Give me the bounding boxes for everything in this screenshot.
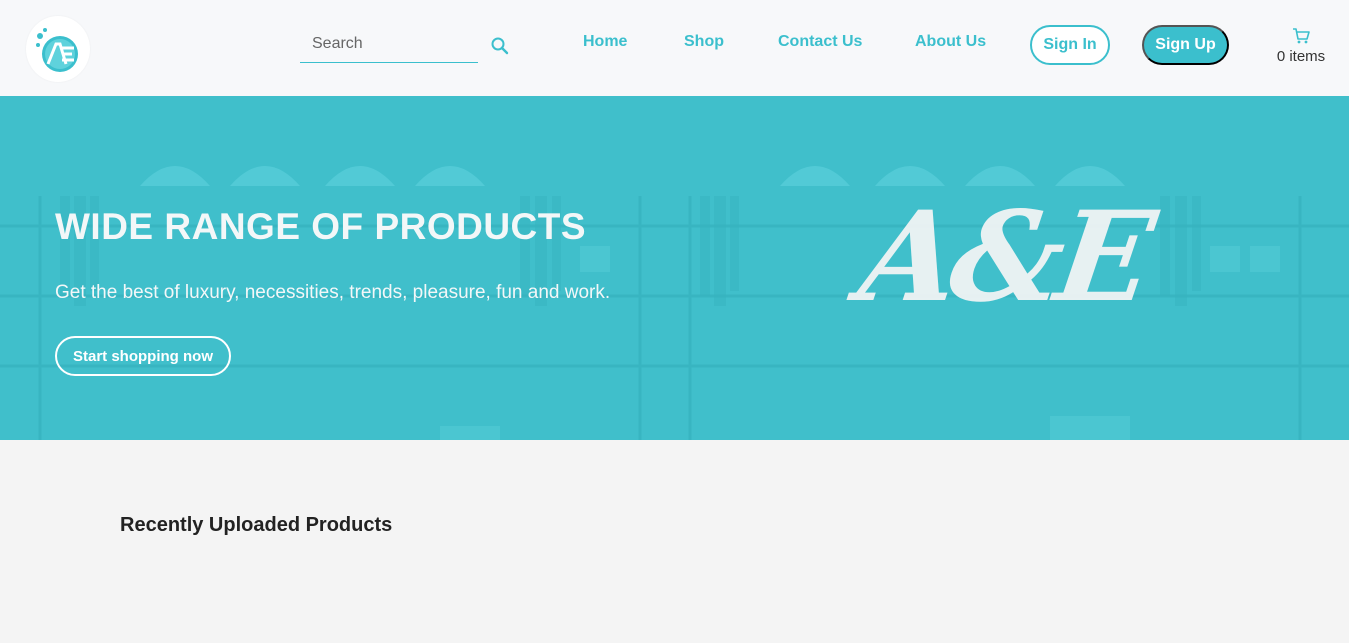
cart-button[interactable]: 0 items: [1270, 28, 1332, 72]
ae-logo-icon: [28, 19, 88, 79]
cart-icon: [1293, 28, 1310, 44]
nav-about-link[interactable]: About Us: [915, 33, 986, 51]
cart-count: 0 items: [1276, 48, 1326, 65]
hero-title: WIDE RANGE OF PRODUCTS: [55, 206, 587, 247]
search-input[interactable]: [300, 27, 478, 61]
hero-brand-logo: A&E: [851, 185, 1157, 330]
nav-shop-link[interactable]: Shop: [684, 33, 724, 51]
sign-in-button[interactable]: Sign In: [1030, 25, 1110, 65]
sign-up-button[interactable]: Sign Up: [1142, 25, 1229, 65]
brand-logo[interactable]: [26, 16, 90, 82]
start-shopping-button[interactable]: Start shopping now: [55, 336, 231, 376]
search-field-wrapper: [300, 27, 478, 63]
hero-banner: WIDE RANGE OF PRODUCTS Get the best of l…: [0, 96, 1349, 440]
top-navbar: Home Shop Contact Us About Us Sign In Si…: [0, 0, 1349, 96]
store-background-image: [0, 96, 1349, 440]
nav-home-link[interactable]: Home: [583, 33, 627, 51]
hero-subtitle: Get the best of luxury, necessities, tre…: [55, 282, 611, 303]
nav-contact-link[interactable]: Contact Us: [778, 33, 862, 51]
recent-products-heading: Recently Uploaded Products: [120, 514, 393, 536]
search-icon[interactable]: [489, 35, 511, 57]
